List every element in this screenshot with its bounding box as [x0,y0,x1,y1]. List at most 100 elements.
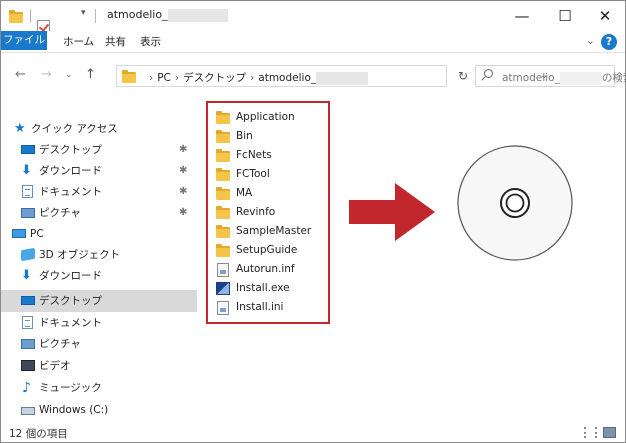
list-item[interactable]: SampleMaster [214,222,326,241]
star-icon: ★ [14,121,26,136]
pin-icon: ✱ [179,144,188,155]
nav-item-label: デスクトップ [39,295,102,307]
list-item[interactable]: FcNets [214,146,326,165]
desktop-icon [21,296,35,305]
folder-icon [216,168,230,181]
list-item[interactable]: Install.ini [214,298,326,317]
file-name: Install.exe [236,282,290,294]
desktop-icon [21,145,35,154]
download-icon: ⬇ [21,268,32,283]
nav-item-label: デスクトップ [39,144,102,156]
nav-item-videos[interactable]: ビデオ [1,355,197,377]
folder-icon [216,111,230,124]
breadcrumb-pc[interactable]: PC [157,72,171,84]
search-placeholder-suffix: の検索 [601,72,626,84]
address-bar[interactable]: › PC › デスクトップ › atmodelio_ ⌄ [116,65,548,87]
installer-icon [216,282,230,295]
file-name: Revinfo [236,206,276,218]
forward-arrow-icon[interactable]: → [41,67,52,82]
large-icons-view-icon[interactable] [603,427,616,438]
customize-toolbar-icon[interactable]: ▾ [81,8,86,18]
chevron-right-icon: › [250,72,255,84]
close-button[interactable]: ✕ [590,5,620,27]
nav-item-label: クイック アクセス [31,123,118,135]
nav-item-downloads-pc[interactable]: ⬇ ダウンロード [1,265,197,287]
back-arrow-icon[interactable]: ← [15,67,26,82]
cd-disc-icon [457,145,573,261]
title-bar: ▾ atmodelio_ — ☐ ✕ [1,1,625,47]
folder-icon [216,149,230,162]
nav-item-label: ピクチャ [39,207,81,219]
list-item[interactable]: Bin [214,127,326,146]
nav-item-label: ドキュメント [39,186,102,198]
redacted-text [167,8,228,22]
file-name: Application [236,111,295,123]
status-item-count: 12 個の項目 [9,428,68,440]
file-name: Autorun.inf [236,263,295,275]
chevron-down-icon[interactable]: ⌄ [586,34,595,47]
nav-item-quick-access[interactable]: ★ クイック アクセス [1,118,197,140]
search-input[interactable]: atmodelio_ の検索 [475,65,626,87]
list-item[interactable]: FCTool [214,165,326,184]
help-icon[interactable]: ? [601,34,617,50]
breadcrumb-folder[interactable]: atmodelio_ [258,72,316,84]
nav-item-label: PC [30,228,44,240]
view-toggle [584,426,620,440]
folder-icon [9,10,23,23]
video-icon [21,360,35,371]
tab-share[interactable]: 共有 [97,31,134,53]
nav-item-music[interactable]: ♪ ミュージック [1,377,197,399]
pictures-icon [21,208,35,218]
nav-item-label: ダウンロード [39,165,102,177]
window-title-text: atmodelio_ [107,8,168,21]
recent-locations-icon[interactable]: ⌄ [65,70,73,80]
nav-item-documents[interactable]: ドキュメント ✱ [1,181,197,203]
download-icon: ⬇ [21,163,32,178]
nav-item-pc[interactable]: PC [1,223,197,245]
list-item[interactable]: SetupGuide [214,241,326,260]
pin-icon: ✱ [179,186,188,197]
file-name: Install.ini [236,301,284,313]
maximize-button[interactable]: ☐ [550,5,580,27]
search-placeholder-prefix: atmodelio_ [502,72,560,84]
list-item[interactable]: Application [214,108,326,127]
file-list-highlight: Application Bin FcNets FCTool MA Revinfo… [206,101,330,324]
list-item[interactable]: Revinfo [214,203,326,222]
tab-home[interactable]: ホーム [55,31,102,53]
search-icon [484,69,493,78]
list-item[interactable]: MA [214,184,326,203]
minimize-button[interactable]: — [507,5,537,27]
separator [95,9,96,23]
breadcrumb: › PC › デスクトップ › atmodelio_ [145,70,369,85]
list-item[interactable]: Autorun.inf [214,260,326,279]
nav-item-label: ビデオ [39,360,71,372]
refresh-icon[interactable]: ↻ [452,65,474,87]
nav-item-pictures[interactable]: ピクチャ ✱ [1,202,197,224]
ribbon-tabs: ファイル ホーム 共有 表示 ⌄ ? [1,31,625,53]
nav-item-pictures-pc[interactable]: ピクチャ [1,333,197,355]
nav-item-windows-drive[interactable]: Windows (C:) [1,399,197,421]
nav-item-documents-pc[interactable]: ドキュメント [1,312,197,334]
chevron-right-icon: › [149,72,154,84]
nav-item-label: Windows (C:) [39,404,109,416]
list-item[interactable]: Install.exe [214,279,326,298]
breadcrumb-desktop[interactable]: デスクトップ [183,72,246,84]
nav-item-3d-objects[interactable]: 3D オブジェクト [1,244,197,266]
tab-view[interactable]: 表示 [132,31,169,53]
navigation-bar: ← → ⌄ ↑ › PC › デスクトップ › atmodelio_ ⌄ ↻ atmode… [1,63,626,89]
details-view-icon[interactable] [584,427,597,438]
pc-icon [12,229,26,238]
drive-icon [21,407,35,415]
settings-file-icon [217,263,229,277]
nav-item-desktop[interactable]: デスクトップ ✱ [1,139,197,161]
tab-file[interactable]: ファイル [1,31,47,50]
file-name: MA [236,187,253,199]
nav-item-downloads[interactable]: ⬇ ダウンロード ✱ [1,160,197,182]
up-arrow-icon[interactable]: ↑ [85,67,96,82]
chevron-right-icon: › [174,72,180,84]
folder-icon [216,225,230,238]
file-name: FCTool [236,168,270,180]
window-title: atmodelio_ [107,8,228,22]
nav-item-desktop-pc[interactable]: デスクトップ [1,290,197,312]
file-name: Bin [236,130,253,142]
